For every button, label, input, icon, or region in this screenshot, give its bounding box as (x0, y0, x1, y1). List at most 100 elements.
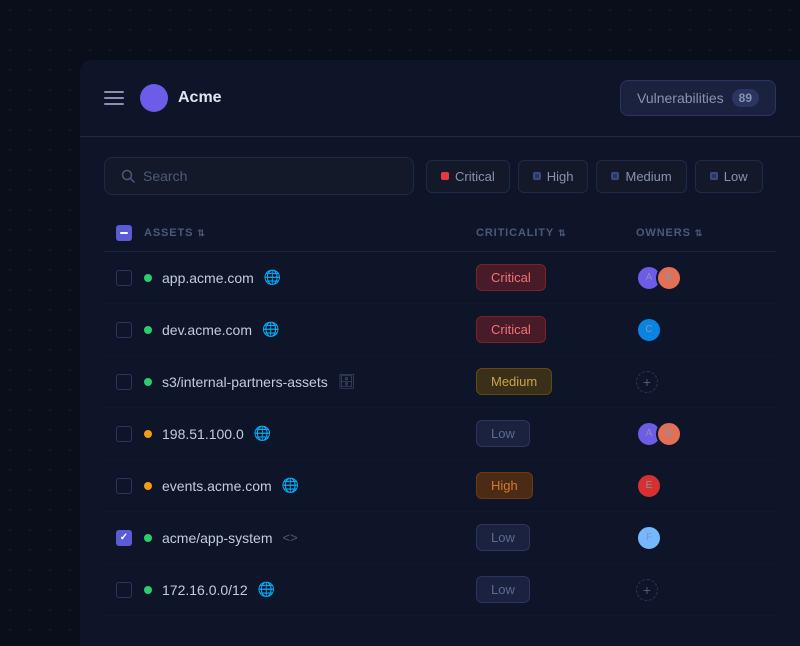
critical-badge: Critical (476, 264, 546, 291)
search-icon (121, 169, 135, 183)
header-checkbox[interactable] (104, 225, 144, 241)
criticality-cell-1: Critical (476, 264, 636, 291)
add-owner-button[interactable]: + (636, 371, 658, 393)
search-box[interactable]: Search (104, 157, 414, 195)
status-dot-green (144, 326, 152, 334)
row-checkbox-5[interactable] (104, 478, 144, 494)
avatar-group: C (636, 317, 662, 343)
row-checkbox-7[interactable] (104, 582, 144, 598)
search-placeholder: Search (143, 168, 187, 184)
checkbox-empty[interactable] (116, 322, 132, 338)
brand: Acme (140, 84, 222, 112)
add-owner-button[interactable]: + (636, 579, 658, 601)
criticality-cell-7: Low (476, 576, 636, 603)
globe-icon: 🌐 (264, 269, 281, 286)
owners-cell-2: C (636, 317, 776, 343)
globe-icon: 🌐 (262, 321, 279, 338)
owners-column-header: OWNERS ⇅ (636, 227, 776, 239)
critical-badge: Critical (476, 316, 546, 343)
owners-cell-7: + (636, 579, 776, 601)
owners-cell-1: A B (636, 265, 776, 291)
criticality-cell-4: Low (476, 420, 636, 447)
low-badge: Low (476, 524, 530, 551)
brand-avatar (140, 84, 168, 112)
row-checkbox-4[interactable] (104, 426, 144, 442)
toolbar: Search Critical High Medium Low (80, 137, 800, 215)
table-row: s3/internal-partners-assets 🗄 Medium + (104, 356, 776, 408)
avatar-group: E (636, 473, 662, 499)
critical-label: Critical (455, 169, 495, 184)
filter-low[interactable]: Low (695, 160, 763, 193)
avatar: B (656, 265, 682, 291)
checkbox-empty[interactable] (116, 426, 132, 442)
owners-cell-5: E (636, 473, 776, 499)
vulnerabilities-button[interactable]: Vulnerabilities 89 (620, 80, 776, 116)
avatar-group: F (636, 525, 662, 551)
code-icon: <> (282, 530, 297, 545)
asset-name: dev.acme.com (162, 322, 252, 338)
status-dot-green (144, 534, 152, 542)
table-row: acme/app-system <> Low F (104, 512, 776, 564)
avatar-group: A B (636, 265, 682, 291)
avatar: F (636, 525, 662, 551)
vuln-label: Vulnerabilities (637, 90, 724, 106)
table-row: 172.16.0.0/12 🌐 Low + (104, 564, 776, 616)
filter-high[interactable]: High (518, 160, 589, 193)
checkbox-empty[interactable] (116, 582, 132, 598)
high-label: High (547, 169, 574, 184)
status-dot-green (144, 274, 152, 282)
criticality-column-header: CRITICALITY ⇅ (476, 227, 636, 239)
assets-table: ASSETS ⇅ CRITICALITY ⇅ OWNERS ⇅ app.acme… (80, 215, 800, 616)
globe-icon: 🌐 (254, 425, 271, 442)
criticality-cell-5: High (476, 472, 636, 499)
low-badge: Low (476, 420, 530, 447)
high-dot (533, 172, 541, 180)
brand-name: Acme (178, 89, 222, 107)
status-dot-orange (144, 430, 152, 438)
avatar: E (636, 473, 662, 499)
medium-dot (611, 172, 619, 180)
owners-sort-icon[interactable]: ⇅ (695, 228, 703, 239)
checkbox-empty[interactable] (116, 478, 132, 494)
header-left: Acme (104, 84, 222, 112)
criticality-cell-2: Critical (476, 316, 636, 343)
table-row: app.acme.com 🌐 Critical A B (104, 252, 776, 304)
asset-name: 172.16.0.0/12 (162, 582, 248, 598)
row-checkbox-3[interactable] (104, 374, 144, 390)
critical-dot (441, 172, 449, 180)
medium-badge: Medium (476, 368, 552, 395)
globe-icon: 🌐 (282, 477, 299, 494)
row-checkbox-2[interactable] (104, 322, 144, 338)
row-checkbox-1[interactable] (104, 270, 144, 286)
filter-buttons: Critical High Medium Low (426, 160, 763, 193)
asset-name: s3/internal-partners-assets (162, 374, 328, 390)
filter-medium[interactable]: Medium (596, 160, 686, 193)
table-row: events.acme.com 🌐 High E (104, 460, 776, 512)
table-header: ASSETS ⇅ CRITICALITY ⇅ OWNERS ⇅ (104, 215, 776, 252)
checkbox-empty[interactable] (116, 374, 132, 390)
avatar: C (636, 317, 662, 343)
menu-button[interactable] (104, 91, 124, 105)
medium-label: Medium (625, 169, 671, 184)
status-dot-orange (144, 482, 152, 490)
asset-cell-1: app.acme.com 🌐 (144, 269, 476, 286)
owners-cell-6: F (636, 525, 776, 551)
assets-sort-icon[interactable]: ⇅ (197, 228, 205, 239)
filter-critical[interactable]: Critical (426, 160, 510, 193)
assets-column-header: ASSETS ⇅ (144, 227, 476, 239)
database-icon: 🗄 (338, 373, 356, 390)
low-badge: Low (476, 576, 530, 603)
checkbox-checked[interactable] (116, 530, 132, 546)
asset-cell-2: dev.acme.com 🌐 (144, 321, 476, 338)
row-checkbox-6[interactable] (104, 530, 144, 546)
asset-name: events.acme.com (162, 478, 272, 494)
checkbox-empty[interactable] (116, 270, 132, 286)
criticality-sort-icon[interactable]: ⇅ (558, 228, 566, 239)
asset-cell-5: events.acme.com 🌐 (144, 477, 476, 494)
low-dot (710, 172, 718, 180)
criticality-cell-6: Low (476, 524, 636, 551)
table-row: 198.51.100.0 🌐 Low A B (104, 408, 776, 460)
criticality-cell-3: Medium (476, 368, 636, 395)
asset-name: app.acme.com (162, 270, 254, 286)
low-label: Low (724, 169, 748, 184)
